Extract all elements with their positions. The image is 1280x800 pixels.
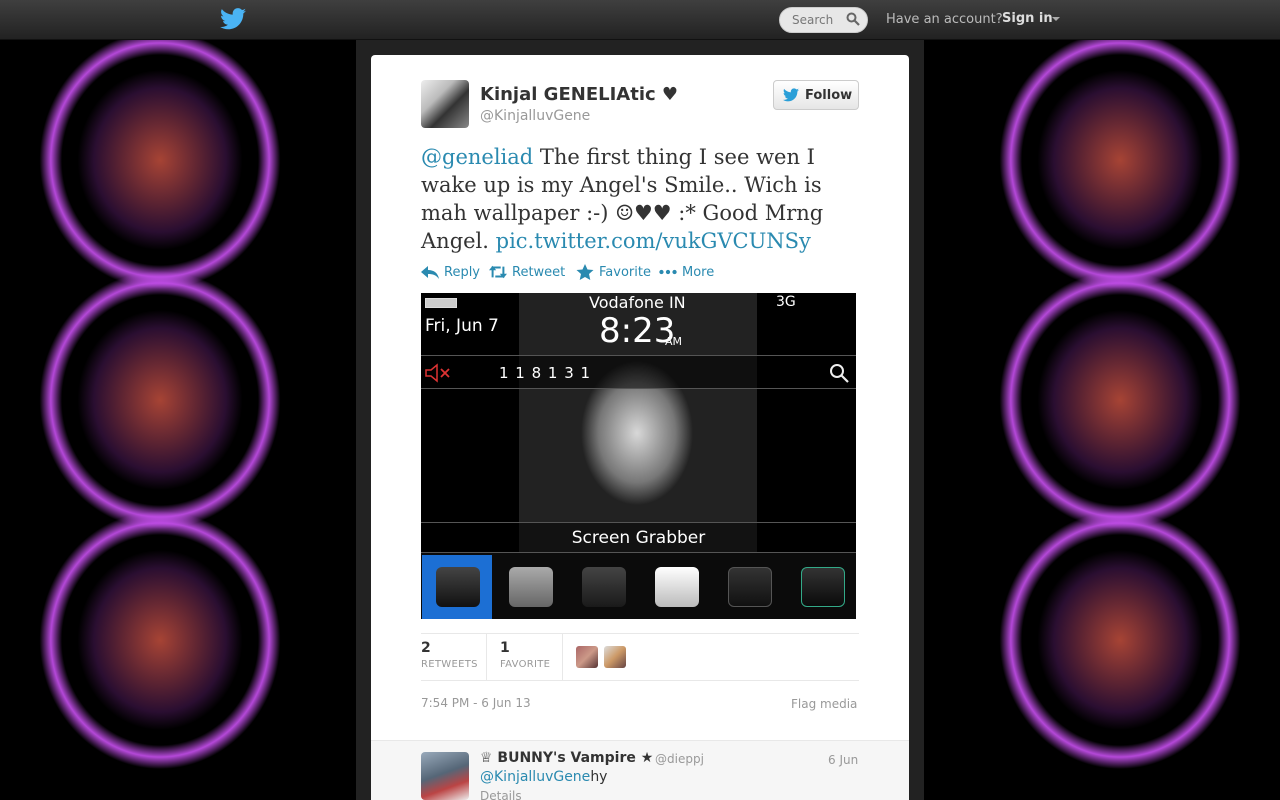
app-icon-text-messages (714, 555, 784, 619)
avatar[interactable] (421, 80, 469, 128)
notification-bar: 1 1 8 1 3 1 (421, 355, 856, 389)
notification-counts: 1 1 8 1 3 1 (499, 364, 592, 382)
twitter-bird-icon[interactable] (220, 8, 246, 30)
retweets-label[interactable]: RETWEETS (421, 659, 478, 670)
display-name[interactable]: Kinjal GENELIAtic ♥ (480, 84, 678, 105)
chevron-down-icon[interactable] (1052, 17, 1060, 21)
stats-separator (486, 633, 487, 680)
phone-date: Fri, Jun 7 (425, 316, 499, 336)
tweet-media-image[interactable]: Fri, Jun 7 Vodafone IN 8:23 AM 3G 1 1 8 … (421, 293, 856, 619)
app-icon-yahoo-mail (495, 555, 565, 619)
reply-details-link[interactable]: Details (480, 789, 522, 800)
signal-indicator: 3G (776, 294, 796, 310)
phone-ampm: AM (665, 335, 683, 348)
stats-divider-bottom (421, 680, 859, 681)
user-handle[interactable]: @KinjalluvGene (480, 108, 590, 124)
retweet-label: Retweet (512, 264, 566, 280)
retweet-action[interactable]: Retweet (489, 264, 565, 280)
top-navigation-bar: Search Have an account? Sign in (0, 0, 1280, 40)
avatar[interactable] (421, 752, 469, 800)
app-icon-store (422, 555, 492, 619)
search-icon[interactable] (846, 12, 860, 26)
phone-time: 8:23 (599, 311, 676, 351)
phone-carrier: Vodafone IN (589, 293, 686, 312)
reply-text: @KinjalluvGenehy (480, 769, 607, 785)
mute-icon (425, 363, 450, 383)
reply-icon (421, 266, 439, 279)
app-icon-mail (641, 555, 711, 619)
more-action[interactable]: More (659, 264, 714, 280)
favorite-label: Favorite (599, 264, 651, 280)
more-label: More (682, 264, 715, 280)
reply-mention-link[interactable]: @KinjalluvGene (480, 769, 590, 785)
reply-body: hy (590, 769, 608, 785)
app-icon-contacts (787, 555, 856, 619)
battery-icon (425, 298, 457, 308)
app-icon-bbm (568, 555, 638, 619)
favorites-label[interactable]: FAVORITE (500, 659, 550, 670)
sign-in-link[interactable]: Sign in (1002, 11, 1053, 26)
retweets-count[interactable]: 2 (421, 640, 431, 656)
mention-link[interactable]: @geneliad (421, 145, 533, 169)
more-icon (659, 269, 677, 275)
search-icon (830, 364, 849, 383)
flag-media-link[interactable]: Flag media (791, 697, 857, 711)
follow-label: Follow (805, 88, 853, 103)
favorites-count[interactable]: 1 (500, 640, 510, 656)
screen-grabber-label: Screen Grabber (571, 528, 706, 548)
star-icon (576, 264, 594, 280)
have-account-text: Have an account? (886, 12, 1003, 27)
follow-button[interactable]: Follow (773, 80, 859, 110)
screen-grabber-bar: Screen Grabber (421, 522, 856, 552)
reply-handle[interactable]: @dieppj (655, 752, 704, 766)
twitter-bird-icon (783, 88, 799, 102)
tweet-text: @geneliad The first thing I see wen I wa… (421, 143, 861, 255)
stats-separator (562, 633, 563, 680)
reply-label: Reply (444, 264, 481, 280)
app-dock (421, 552, 856, 619)
pic-link[interactable]: pic.twitter.com/vukGVCUNSy (496, 229, 811, 253)
tweet-timestamp: 7:54 PM - 6 Jun 13 (421, 696, 531, 710)
reply-date[interactable]: 6 Jun (828, 753, 858, 767)
retweeter-avatar[interactable] (604, 646, 626, 668)
reply-action[interactable]: Reply (421, 264, 480, 280)
favorite-action[interactable]: Favorite (576, 264, 651, 280)
retweeter-avatar[interactable] (576, 646, 598, 668)
reply-display-name[interactable]: ♕ BUNNY's Vampire ★ (480, 750, 653, 766)
retweet-icon (489, 265, 507, 279)
